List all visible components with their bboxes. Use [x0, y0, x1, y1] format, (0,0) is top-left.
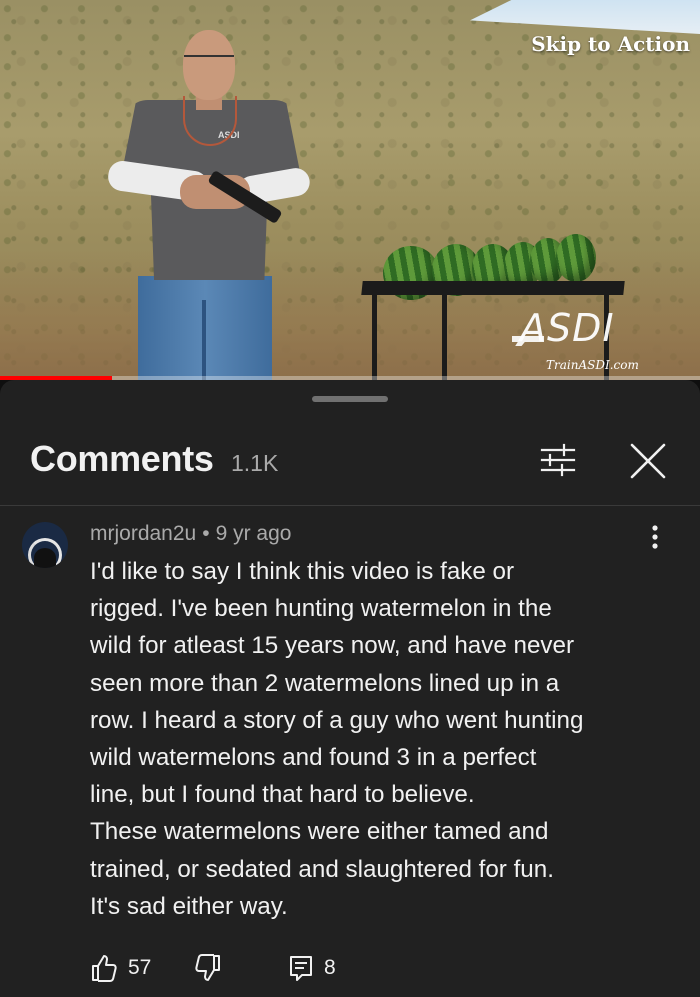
table-leg — [442, 294, 447, 380]
reply-button[interactable]: 8 — [288, 952, 336, 984]
comment-line: It's sad either way. — [90, 892, 288, 920]
close-icon — [630, 443, 666, 479]
brand-url: TrainASDI.com — [546, 358, 639, 372]
brand-watermark: ASDI — [520, 306, 615, 350]
jeans-seam — [202, 300, 206, 380]
avatar[interactable] — [22, 522, 68, 568]
comment-line: rigged. I've been hunting watermelon in … — [90, 595, 552, 623]
sliders-icon — [540, 443, 576, 477]
drag-handle[interactable] — [312, 396, 388, 402]
skip-to-action-label[interactable]: Skip to Action — [531, 32, 690, 56]
close-button[interactable] — [624, 438, 672, 484]
like-count: 57 — [128, 956, 152, 979]
like-button[interactable]: 57 — [90, 952, 151, 984]
comment-text: I'd like to say I think this video is fa… — [90, 553, 670, 925]
comment-line: wild for atleast 15 years now, and have … — [90, 632, 575, 660]
meta-separator: • — [202, 522, 210, 545]
comment-line: I'd like to say I think this video is fa… — [90, 558, 515, 585]
comment-age: 9 yr ago — [215, 522, 292, 545]
comment-line: wild watermelons and found 3 in a perfec… — [90, 744, 537, 772]
comments-count: 1.1K — [231, 450, 279, 476]
comment-line: These watermelons were either tamed and — [90, 818, 549, 846]
video-player[interactable]: Skip to Action ASDI ASDI TrainASDI.com — [0, 0, 700, 380]
watermelon — [556, 234, 596, 282]
comment-line: line, but I found that hard to believe. — [90, 781, 475, 809]
comment-more-button[interactable] — [640, 522, 670, 552]
comments-title: Comments — [30, 438, 214, 479]
comment-line: seen more than 2 watermelons lined up in… — [90, 669, 560, 697]
thumbs-up-icon — [92, 955, 117, 982]
person-head — [183, 30, 235, 100]
comment-meta: mrjordan2u • 9 yr ago — [90, 522, 291, 546]
table-top — [361, 281, 625, 295]
comment-author[interactable]: mrjordan2u — [90, 522, 196, 545]
table-leg — [372, 294, 377, 380]
glasses — [184, 55, 234, 65]
thumbs-down-icon — [195, 954, 220, 981]
more-vertical-icon — [652, 525, 658, 549]
sort-filter-button[interactable] — [536, 440, 580, 480]
header-divider — [0, 505, 700, 506]
comment-line: trained, or sedated and slaughtered for … — [90, 855, 554, 883]
reply-icon — [290, 956, 312, 981]
reply-count: 8 — [324, 956, 336, 979]
comment-line: row. I heard a story of a guy who went h… — [90, 706, 584, 734]
avatar-inner — [34, 548, 56, 568]
comment-actions: 57 8 — [90, 952, 390, 986]
dislike-button[interactable] — [194, 952, 222, 984]
